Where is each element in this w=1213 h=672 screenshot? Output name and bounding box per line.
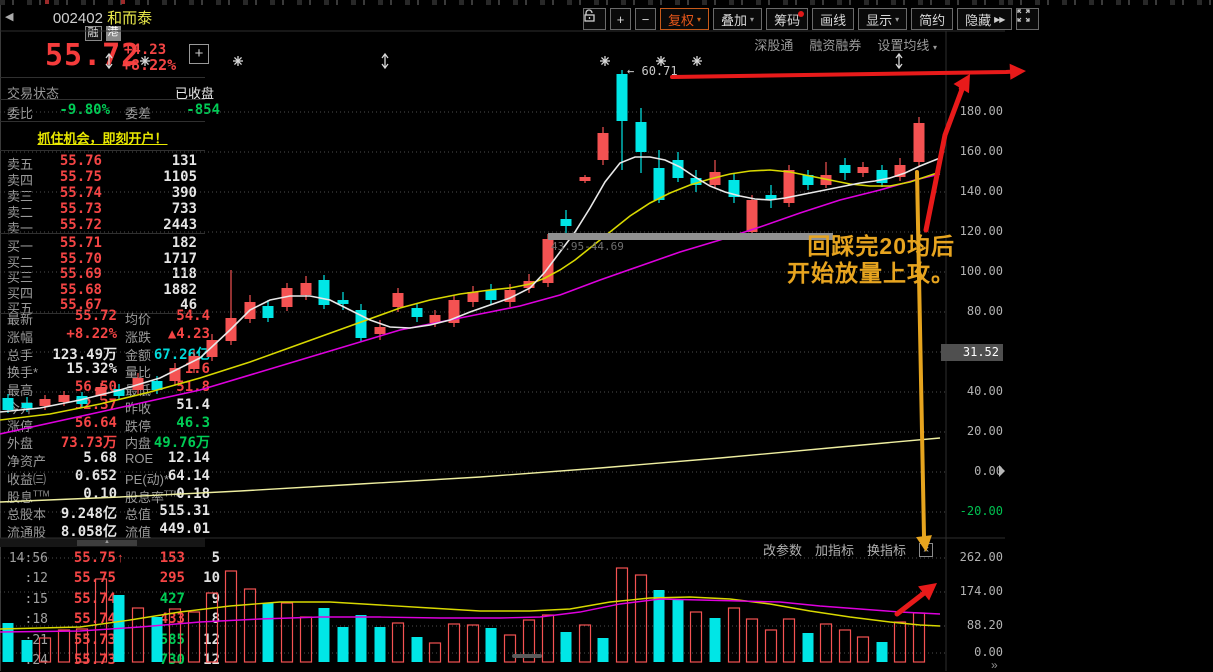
dividend-flake-icon: [692, 56, 702, 66]
expand-pane-icon[interactable]: »: [991, 658, 998, 672]
annotation-line: 开始放量上攻。: [787, 260, 955, 286]
candlestick-chart-canvas[interactable]: [0, 0, 1213, 671]
axis-tick-label: -20.00: [959, 504, 1003, 518]
axis-tick-label: 174.00: [959, 584, 1003, 598]
dividend-flake-icon: [600, 56, 610, 66]
axis-tick-label: 140.00: [959, 184, 1003, 198]
axis-tick-label: 20.00: [966, 424, 1003, 438]
current-price-axis-tag: 31.52: [941, 344, 1003, 361]
indicator-pane-controls: 改参数 加指标 换指标 ×: [763, 540, 934, 559]
trading-app-window: + − 复权 ▾ 叠加 ▾ 筹码 画线 显示 ▾ 简约 隐藏 ▶▶ 深股通 融资…: [0, 0, 1213, 672]
axis-tick-label: 40.00: [966, 384, 1003, 398]
axis-tick-label: 0.00: [974, 464, 1003, 478]
axis-tick-label: 160.00: [959, 144, 1003, 158]
split-updown-icon: [895, 52, 903, 70]
dividend-flake-icon: [140, 56, 150, 66]
add-indicator-link[interactable]: 加指标: [815, 540, 854, 559]
dividend-flake-icon: [233, 56, 243, 66]
annotation-line: 回踩完20均后: [807, 233, 955, 259]
axis-tick-label: 88.20: [966, 618, 1003, 632]
high-price-value: 60.71: [641, 64, 678, 78]
axis-tick-label: 262.00: [959, 550, 1003, 564]
split-updown-icon: [105, 52, 113, 70]
change-params-link[interactable]: 改参数: [763, 540, 802, 559]
horizontal-scrollbar-thumb[interactable]: [512, 654, 542, 658]
axis-tick-label: 80.00: [966, 304, 1003, 318]
axis-tick-label: 180.00: [959, 104, 1003, 118]
gap-range-label: 43.95-44.69: [551, 240, 624, 253]
close-pane-icon[interactable]: ×: [919, 542, 934, 557]
analyst-annotation: 回踩完20均后 开始放量上攻。: [787, 233, 955, 287]
axis-tick-label: 0.00: [974, 645, 1003, 659]
left-arrow-icon: ←: [627, 64, 635, 78]
sidebar-collapse-handle[interactable]: [999, 465, 1005, 477]
high-price-label: ← 60.71: [627, 64, 678, 78]
switch-indicator-link[interactable]: 换指标: [867, 540, 906, 559]
split-updown-icon: [381, 52, 389, 70]
